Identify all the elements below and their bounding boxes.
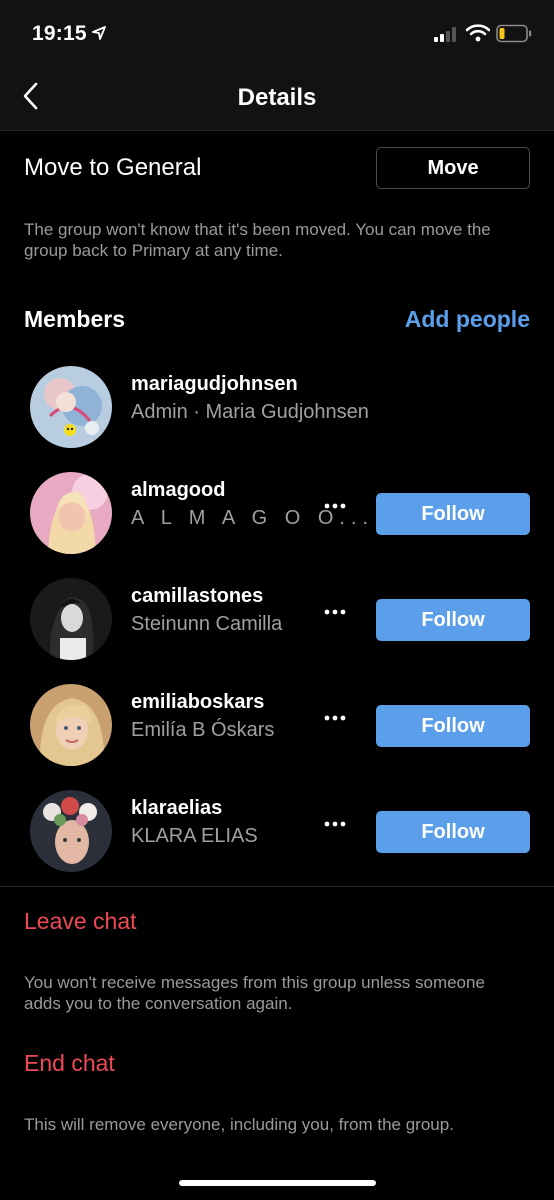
member-row-emiliaboskars[interactable]: emiliaboskars Emilía B Óskars Follow	[0, 664, 554, 770]
leave-chat-hint: You won't receive messages from this gro…	[24, 973, 485, 1013]
section-divider	[0, 886, 554, 887]
members-header: Members Add people	[0, 306, 554, 336]
battery-icon	[496, 24, 532, 43]
avatar[interactable]	[30, 472, 112, 554]
member-subtitle: Admin · Maria Gudjohnsen	[131, 401, 369, 423]
members-title: Members	[24, 306, 125, 332]
follow-button[interactable]: Follow	[376, 599, 530, 641]
member-username: camillastones	[131, 585, 264, 607]
avatar[interactable]	[30, 578, 112, 660]
location-arrow-icon	[92, 26, 106, 40]
follow-button[interactable]: Follow	[376, 811, 530, 853]
status-bar: 19:15	[0, 0, 554, 64]
member-username: klaraelias	[131, 797, 223, 819]
status-time: 19:15	[32, 22, 87, 45]
navigation-bar: Details	[0, 64, 554, 131]
cellular-signal-icon	[434, 27, 456, 42]
follow-button[interactable]: Follow	[376, 705, 530, 747]
page-title: Details	[237, 84, 317, 111]
move-to-general-row: Move to General Move	[0, 131, 554, 205]
more-options-icon[interactable]	[318, 602, 352, 622]
end-chat-hint: This will remove everyone, including you…	[24, 1115, 454, 1134]
member-username: emiliaboskars	[131, 691, 265, 713]
member-subtitle: KLARA ELIAS	[131, 825, 258, 847]
member-subtitle: Steinunn Camilla	[131, 613, 283, 635]
home-indicator	[179, 1180, 376, 1186]
more-options-icon[interactable]	[318, 496, 352, 516]
member-subtitle: Emilía B Óskars	[131, 719, 275, 741]
follow-button[interactable]: Follow	[376, 493, 530, 535]
move-to-general-label: Move to General	[24, 154, 202, 181]
add-people-button[interactable]: Add people	[405, 306, 530, 333]
avatar[interactable]	[30, 366, 112, 448]
member-row-mariagudjohnsen[interactable]: mariagudjohnsen Admin · Maria Gudjohnsen	[0, 346, 554, 452]
move-button[interactable]: Move	[376, 147, 530, 189]
member-username: mariagudjohnsen	[131, 373, 298, 395]
avatar[interactable]	[30, 684, 112, 766]
member-row-klaraelias[interactable]: klaraelias KLARA ELIAS Follow	[0, 770, 554, 876]
move-hint-text: The group won't know that it's been move…	[24, 220, 491, 260]
wifi-icon	[466, 24, 490, 42]
leave-chat-button[interactable]: Leave chat	[24, 908, 137, 935]
member-row-camillastones[interactable]: camillastones Steinunn Camilla Follow	[0, 558, 554, 664]
avatar[interactable]	[30, 790, 112, 872]
member-row-almagood[interactable]: almagood A L M A G O O... Follow	[0, 452, 554, 558]
end-chat-button[interactable]: End chat	[24, 1050, 115, 1077]
more-options-icon[interactable]	[318, 708, 352, 728]
more-options-icon[interactable]	[318, 814, 352, 834]
member-username: almagood	[131, 479, 226, 501]
